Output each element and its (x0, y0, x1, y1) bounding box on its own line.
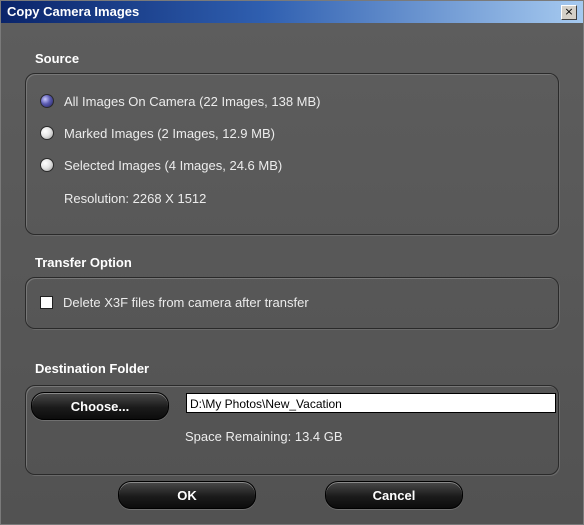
ok-button[interactable]: OK (118, 481, 256, 509)
window-title: Copy Camera Images (7, 4, 140, 19)
radio-marked-images-label: Marked Images (2 Images, 12.9 MB) (64, 125, 275, 141)
delete-x3f-label: Delete X3F files from camera after trans… (63, 294, 309, 310)
source-group: All Images On Camera (22 Images, 138 MB)… (25, 73, 559, 235)
radio-selected-icon[interactable] (40, 94, 54, 108)
cancel-button[interactable]: Cancel (325, 481, 463, 509)
transfer-heading: Transfer Option (35, 255, 132, 270)
choose-folder-button[interactable]: Choose... (31, 392, 169, 420)
title-bar[interactable]: Copy Camera Images × (1, 1, 583, 23)
destination-heading: Destination Folder (35, 361, 150, 376)
radio-unselected-icon[interactable] (40, 158, 54, 172)
copy-camera-images-dialog: Copy Camera Images × Source All Images O… (0, 0, 584, 525)
resolution-text: Resolution: 2268 X 1512 (64, 191, 207, 206)
dialog-body: Source All Images On Camera (22 Images, … (1, 23, 583, 524)
radio-all-images-label: All Images On Camera (22 Images, 138 MB) (64, 93, 321, 109)
space-remaining-text: Space Remaining: 13.4 GB (185, 429, 343, 444)
radio-marked-images[interactable]: Marked Images (2 Images, 12.9 MB) (40, 124, 275, 142)
source-heading: Source (35, 51, 80, 66)
radio-selected-images[interactable]: Selected Images (4 Images, 24.6 MB) (40, 156, 282, 174)
delete-x3f-checkbox[interactable] (40, 295, 53, 309)
close-button[interactable]: × (561, 5, 577, 20)
destination-path-field[interactable]: D:\My Photos\New_Vacation (186, 393, 556, 413)
transfer-group: Delete X3F files from camera after trans… (25, 277, 559, 329)
delete-x3f-option[interactable]: Delete X3F files from camera after trans… (40, 293, 309, 311)
radio-all-images[interactable]: All Images On Camera (22 Images, 138 MB) (40, 92, 321, 110)
radio-unselected-icon[interactable] (40, 126, 54, 140)
radio-selected-images-label: Selected Images (4 Images, 24.6 MB) (64, 157, 283, 173)
